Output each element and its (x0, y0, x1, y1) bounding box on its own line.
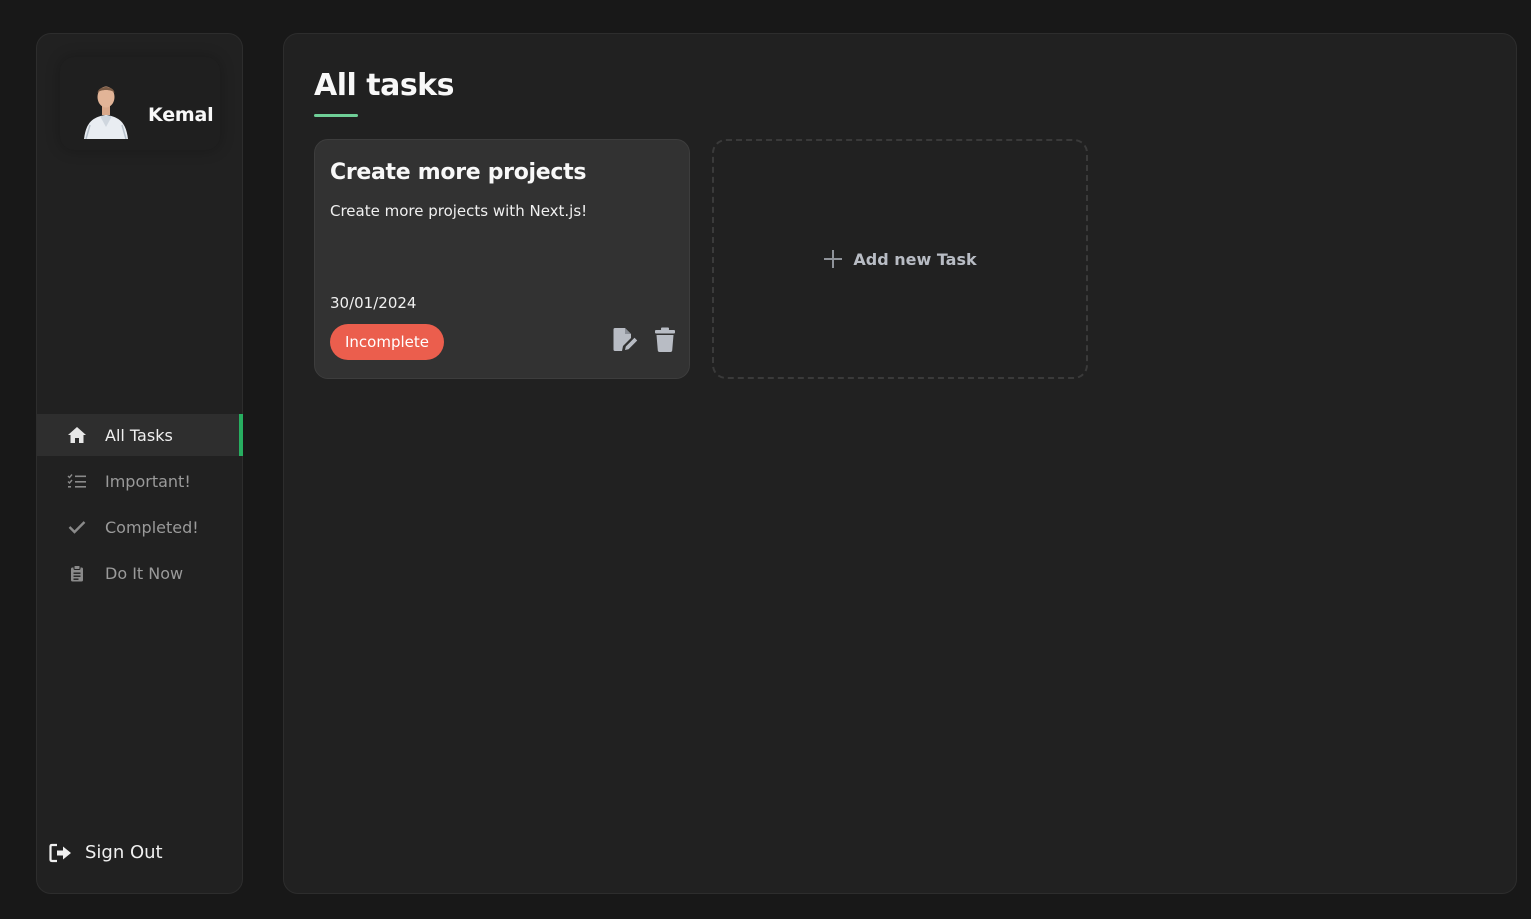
sign-out-button[interactable]: Sign Out (49, 842, 163, 863)
status-badge[interactable]: Incomplete (330, 324, 444, 360)
task-card: Create more projects Create more project… (314, 139, 690, 379)
trash-icon (655, 327, 675, 352)
profile-name: Kemal (148, 104, 214, 126)
add-task-label: Add new Task (853, 249, 977, 269)
edit-button[interactable] (612, 326, 640, 354)
sidebar: Kemal All Tasks Important! Completed! Do… (36, 33, 243, 894)
task-description: Create more projects with Next.js! (330, 202, 588, 220)
list-check-icon (65, 471, 89, 491)
plus-icon (824, 250, 843, 268)
clipboard-icon (65, 563, 89, 583)
edit-icon (613, 328, 638, 351)
page-title: All tasks (314, 68, 454, 103)
sidebar-item-do-it-now[interactable]: Do It Now (37, 552, 242, 594)
add-task-button[interactable]: Add new Task (712, 139, 1088, 379)
profile-card[interactable]: Kemal (60, 57, 220, 150)
task-title: Create more projects (330, 160, 587, 185)
task-date: 30/01/2024 (330, 294, 417, 312)
sidebar-item-label: Completed! (105, 517, 199, 537)
delete-button[interactable] (653, 326, 677, 354)
sidebar-item-label: All Tasks (105, 425, 173, 445)
sidebar-nav: All Tasks Important! Completed! Do It No… (37, 414, 243, 598)
sidebar-item-all-tasks[interactable]: All Tasks (37, 414, 243, 456)
check-icon (65, 517, 89, 537)
add-task-content: Add new Task (823, 249, 977, 269)
sidebar-item-important[interactable]: Important! (37, 460, 242, 502)
home-icon (65, 425, 89, 445)
sign-out-icon (49, 843, 73, 863)
avatar (84, 86, 128, 139)
title-underline (314, 114, 358, 117)
sidebar-item-label: Do It Now (105, 563, 184, 583)
main-panel: All tasks Create more projects Create mo… (283, 33, 1517, 894)
sidebar-item-label: Important! (105, 471, 191, 491)
sign-out-label: Sign Out (85, 842, 163, 863)
sidebar-item-completed[interactable]: Completed! (37, 506, 242, 548)
